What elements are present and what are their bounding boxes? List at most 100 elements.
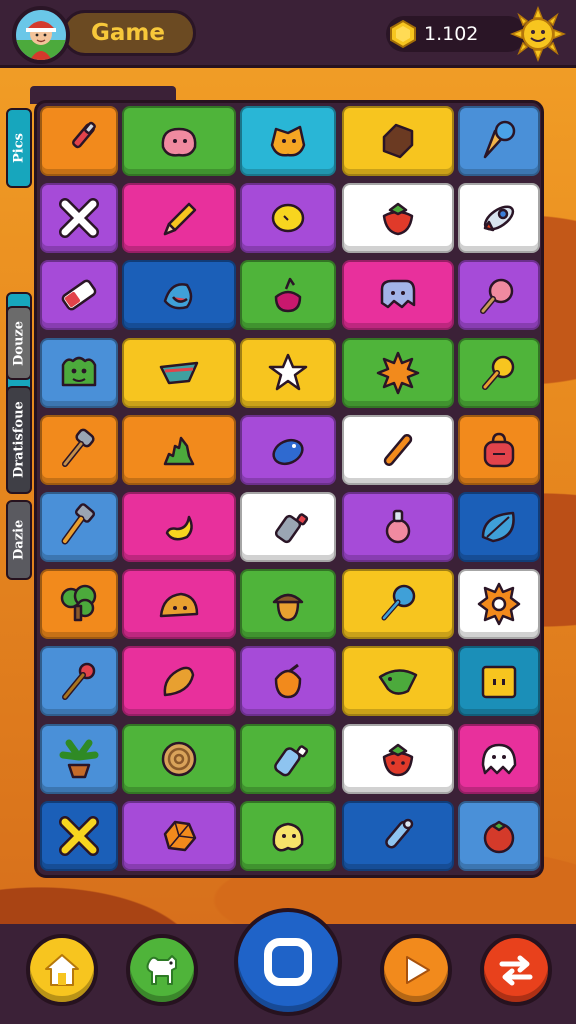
- tile-microphone[interactable]: [40, 646, 118, 717]
- snail-icon: [159, 592, 199, 618]
- main-action-button[interactable]: [234, 908, 342, 1016]
- side-tab-3[interactable]: Douze: [6, 306, 32, 380]
- tile-pepper[interactable]: [122, 646, 236, 717]
- tile-pencil[interactable]: [122, 183, 236, 254]
- dropper-icon: [385, 818, 414, 849]
- tile-sun-burst[interactable]: [342, 337, 454, 408]
- side-tab-1[interactable]: Pics: [6, 108, 32, 188]
- tile-blue-fish[interactable]: [240, 414, 336, 485]
- side-tab-4[interactable]: Dratisfoue: [6, 386, 32, 494]
- tile-chocolate[interactable]: [342, 106, 454, 176]
- tile-tree-stack[interactable]: [122, 414, 236, 485]
- tile-crystal[interactable]: [122, 800, 236, 871]
- orange-blob-icon: [270, 125, 306, 157]
- sun-burst-icon: [376, 351, 420, 394]
- tile-box-face[interactable]: [458, 646, 540, 717]
- tile-banana[interactable]: [122, 492, 236, 562]
- side-tabs: Pics Paite Douze Dratisfoue Dazie: [2, 104, 32, 580]
- tile-lollipop-blue[interactable]: [342, 569, 454, 640]
- potion-icon: [385, 509, 411, 544]
- bottom-bar: [0, 908, 576, 1024]
- tile-white-ghost[interactable]: [458, 723, 540, 794]
- player-avatar[interactable]: [12, 6, 70, 64]
- tree-stack-icon: [163, 436, 195, 466]
- magnifier-icon: [480, 279, 514, 315]
- tile-snail[interactable]: [122, 569, 236, 640]
- ice-cream-icon: [483, 120, 516, 159]
- bottle-icon: [274, 513, 309, 544]
- tile-yellow-blob[interactable]: [240, 800, 336, 871]
- play-button[interactable]: [380, 934, 452, 1006]
- tile-dropper[interactable]: [342, 800, 454, 871]
- honey-jar-icon: [274, 664, 302, 699]
- white-ghost-icon: [481, 743, 517, 774]
- boat-icon: [159, 361, 199, 384]
- mallet-icon: [61, 503, 96, 545]
- microphone-icon: [62, 663, 96, 701]
- ghost-icon: [380, 280, 416, 309]
- pencil-icon: [163, 202, 197, 236]
- paintbrush-icon: [72, 121, 96, 149]
- hammer-icon: [62, 428, 95, 467]
- strawberry-icon: [382, 202, 414, 236]
- tile-ice-cream[interactable]: [458, 106, 540, 176]
- acorn-icon: [272, 593, 304, 622]
- tile-green-bird[interactable]: [342, 646, 454, 717]
- yellow-blob-icon: [272, 822, 304, 852]
- tile-battery[interactable]: [40, 260, 118, 331]
- tile-radish[interactable]: [240, 260, 336, 331]
- home-button[interactable]: [26, 934, 98, 1006]
- tile-bag[interactable]: [458, 414, 540, 485]
- tile-pink-blob[interactable]: [122, 106, 236, 176]
- chocolate-icon: [382, 123, 414, 159]
- banana-icon: [165, 515, 193, 541]
- tile-tree[interactable]: [40, 569, 118, 640]
- tile-cinnamon-roll[interactable]: [122, 723, 236, 794]
- tile-strawberry[interactable]: [342, 183, 454, 254]
- tile-potion[interactable]: [342, 492, 454, 562]
- strawberry-face-icon: [382, 743, 414, 776]
- tile-x-yellow[interactable]: [40, 800, 118, 871]
- x-yellow-icon: [59, 815, 99, 856]
- game-title[interactable]: Game: [62, 10, 196, 56]
- tile-magnifier[interactable]: [458, 260, 540, 331]
- side-tab-5[interactable]: Dazie: [6, 500, 32, 580]
- tile-lemon[interactable]: [240, 183, 336, 254]
- rounded-square-icon: [264, 938, 312, 986]
- tile-ghost[interactable]: [342, 260, 454, 331]
- tile-gear[interactable]: [458, 569, 540, 640]
- tile-orange-blob[interactable]: [240, 106, 336, 176]
- tile-honey-jar[interactable]: [240, 646, 336, 717]
- tile-leaf[interactable]: [458, 492, 540, 562]
- tile-strawberry-face[interactable]: [342, 723, 454, 794]
- pink-blob-icon: [161, 127, 197, 157]
- tile-fish[interactable]: [122, 260, 236, 331]
- tile-green-monster[interactable]: [40, 337, 118, 408]
- tile-hammer[interactable]: [40, 414, 118, 485]
- tile-paintbrush[interactable]: [40, 106, 118, 176]
- top-bar: Game 1.102: [0, 0, 576, 68]
- tile-boat[interactable]: [122, 337, 236, 408]
- dog-icon: [146, 955, 177, 985]
- tile-acorn[interactable]: [240, 569, 336, 640]
- tile-palm[interactable]: [40, 723, 118, 794]
- tile-rocket[interactable]: [458, 183, 540, 254]
- tile-carrot[interactable]: [342, 414, 454, 485]
- bag-icon: [483, 432, 515, 468]
- crystal-icon: [163, 820, 197, 852]
- tile-tomato[interactable]: [458, 800, 540, 871]
- pet-button[interactable]: [126, 934, 198, 1006]
- coin-counter: 1.102: [386, 16, 526, 52]
- swap-button[interactable]: [480, 934, 552, 1006]
- sun-icon[interactable]: [510, 6, 566, 62]
- palm-icon: [59, 739, 99, 778]
- tile-bottle-blue[interactable]: [240, 723, 336, 794]
- tile-bottle[interactable]: [240, 492, 336, 562]
- green-bird-icon: [378, 669, 418, 696]
- tile-star[interactable]: [240, 337, 336, 408]
- tile-x-mark[interactable]: [40, 183, 118, 254]
- rocket-icon: [483, 205, 515, 232]
- tile-lollipop[interactable]: [458, 337, 540, 408]
- lemon-icon: [271, 203, 305, 233]
- tile-mallet[interactable]: [40, 492, 118, 562]
